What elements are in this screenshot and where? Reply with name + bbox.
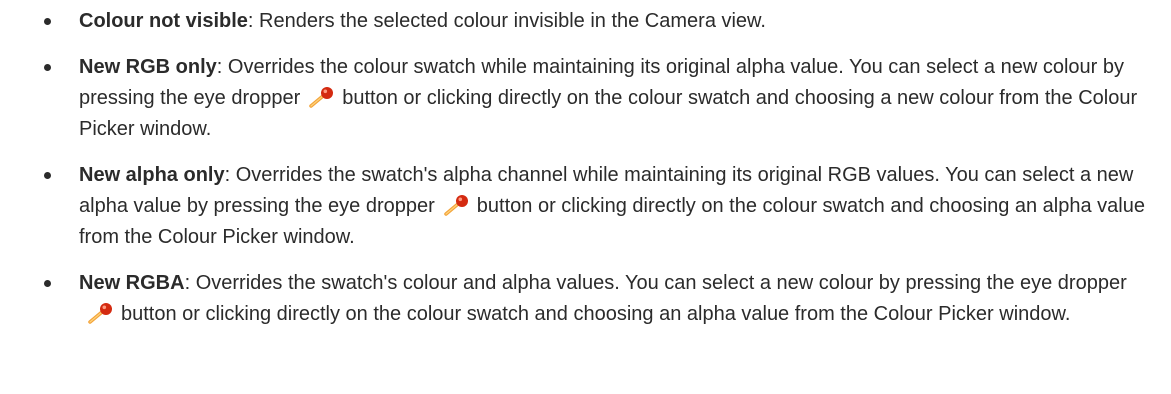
item-description-before: Overrides the swatch's colour and alpha … [195,272,1127,294]
eye-dropper-icon [87,302,117,324]
document-page: Colour not visible: Renders the selected… [0,0,1171,394]
list-item-new-alpha-only: New alpha only: Overrides the swatch's a… [0,160,1171,253]
item-description-after: button or clicking directly on the colou… [121,303,1071,325]
eye-dropper-icon [308,86,338,108]
list-item-new-rgb-only: New RGB only: Overrides the colour swatc… [0,52,1171,145]
item-description: Renders the selected colour invisible in… [259,10,766,32]
bullet-icon [44,64,51,71]
bullet-icon [44,172,51,179]
list-item-colour-not-visible: Colour not visible: Renders the selected… [0,6,1171,37]
eye-dropper-icon [443,194,473,216]
term-separator: : [224,164,236,186]
term-label: Colour not visible [79,10,248,32]
term-label: New RGB only [79,56,217,78]
bullet-icon [44,18,51,25]
bullet-icon [44,280,51,287]
bullet-list: Colour not visible: Renders the selected… [0,6,1171,330]
term-separator: : [184,272,196,294]
list-item-new-rgba: New RGBA: Overrides the swatch's colour … [0,268,1171,330]
term-label: New RGBA [79,272,185,294]
term-label: New alpha only [79,164,225,186]
term-separator: : [216,56,228,78]
term-separator: : [247,10,260,32]
